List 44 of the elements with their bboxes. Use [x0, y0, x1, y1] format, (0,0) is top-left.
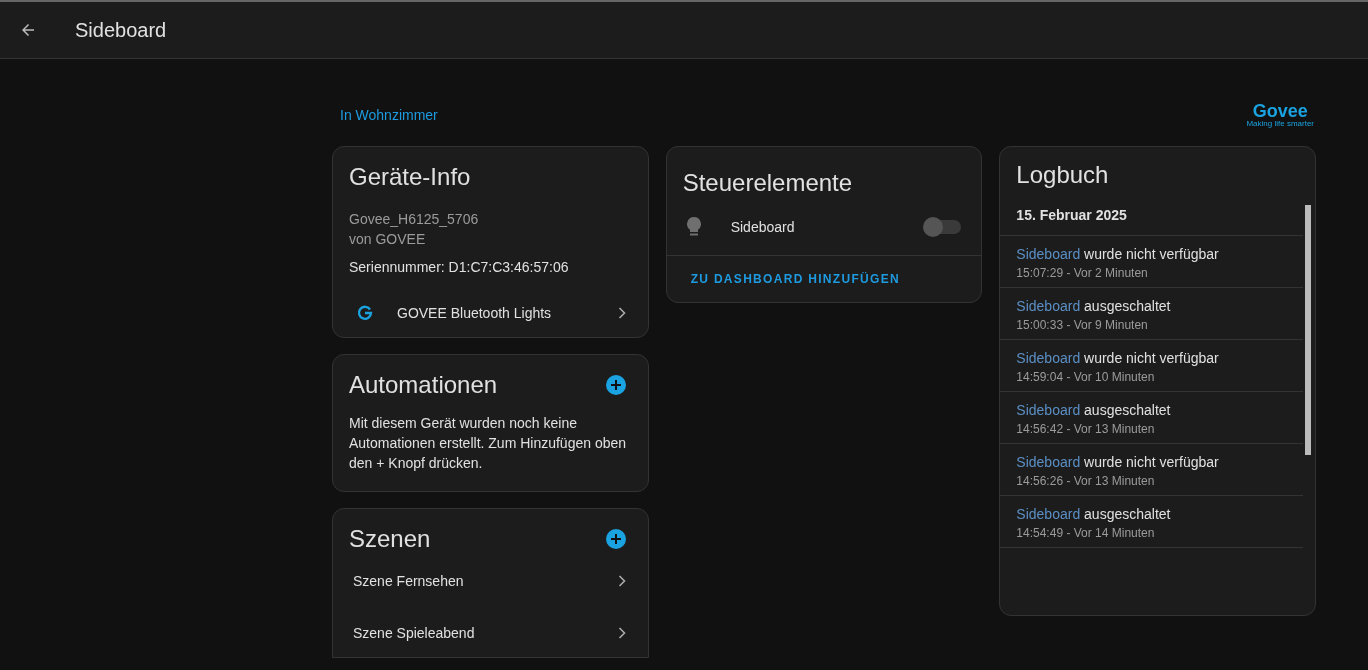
light-bulb-icon — [686, 217, 701, 237]
entity-link[interactable]: Sideboard — [1016, 402, 1081, 418]
scene-item[interactable]: Szene Spieleabend — [349, 611, 632, 657]
integration-logo-icon — [357, 305, 373, 321]
log-time: 15:07:29 - Vor 2 Minuten — [1016, 266, 1149, 280]
add-to-dashboard-button[interactable]: ZU DASHBOARD HINZUFÜGEN — [678, 264, 912, 294]
log-message: Sideboard wurde nicht verfügbar — [1016, 454, 1220, 470]
chevron-right-icon — [617, 575, 626, 587]
log-time: 14:56:42 - Vor 13 Minuten — [1016, 422, 1156, 436]
area-link[interactable]: In Wohnzimmer — [340, 107, 438, 123]
integration-link[interactable]: GOVEE Bluetooth Lights — [349, 305, 632, 321]
chevron-right-icon — [617, 307, 626, 319]
log-message: Sideboard ausgeschaltet — [1016, 506, 1172, 522]
card-title: Geräte-Info — [349, 163, 472, 191]
empty-message: Mit diesem Gerät wurden noch keine Automationen erstellt. Zum Hinzufügen oben den + Knopf drücken. — [349, 414, 628, 473]
entity-link[interactable]: Sideboard — [1016, 350, 1081, 366]
log-message: Sideboard ausgeschaltet — [1016, 298, 1172, 314]
brand-logo: Govee Making life smarter — [1246, 102, 1314, 128]
entity-link[interactable]: Sideboard — [1016, 246, 1081, 262]
card-title: Szenen — [349, 525, 431, 553]
add-icon[interactable] — [605, 529, 626, 549]
page-title: Sideboard — [75, 18, 167, 42]
entity-link[interactable]: Sideboard — [1016, 298, 1081, 314]
manufacturer-text: von GOVEE — [349, 230, 427, 249]
chevron-right-icon — [617, 627, 626, 639]
entity-link[interactable]: Sideboard — [1016, 454, 1081, 470]
model-text: Govee_H6125_5706 — [349, 210, 480, 229]
log-time: 14:59:04 - Vor 10 Minuten — [1016, 370, 1156, 384]
log-message: Sideboard wurde nicht verfügbar — [1016, 350, 1220, 366]
log-time: 15:00:33 - Vor 9 Minuten — [1016, 318, 1149, 332]
card-title: Steuerelemente — [681, 168, 854, 198]
log-time: 14:56:26 - Vor 13 Minuten — [1016, 474, 1156, 488]
log-message: Sideboard ausgeschaltet — [1016, 402, 1172, 418]
card-title: Logbuch — [1015, 160, 1110, 190]
entity-name: Sideboard — [730, 219, 796, 235]
log-time: 14:54:49 - Vor 14 Minuten — [1016, 526, 1156, 540]
scene-item[interactable]: Szene Fernsehen — [349, 559, 632, 605]
entity-link[interactable]: Sideboard — [1016, 506, 1081, 522]
card-title: Automationen — [349, 371, 498, 399]
toggle-switch[interactable] — [925, 220, 962, 234]
log-message: Sideboard wurde nicht verfügbar — [1016, 246, 1220, 262]
add-icon[interactable] — [605, 375, 626, 395]
date-heading: 15. Februar 2025 — [1000, 201, 1303, 236]
serial-number-text: Seriennummer: D1:C7:C3:46:57:06 — [349, 258, 570, 277]
